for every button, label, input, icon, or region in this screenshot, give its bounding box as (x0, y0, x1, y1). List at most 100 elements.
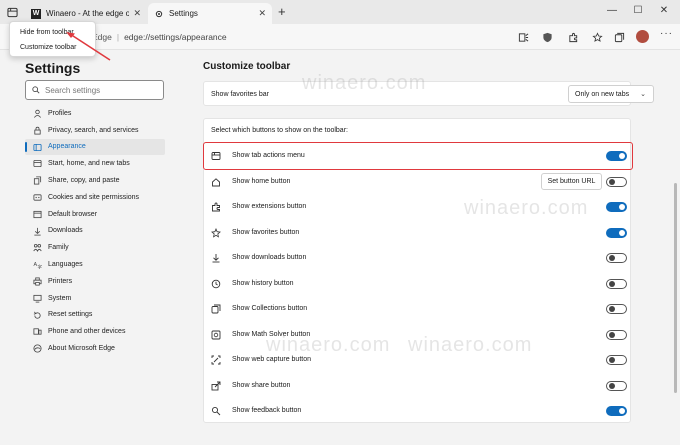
row-label: Show share button (232, 381, 291, 389)
favorites-icon (211, 227, 221, 238)
row-label: Show tab actions menu (232, 152, 305, 160)
downloads-icon (211, 253, 221, 263)
sidebar-item-cookies[interactable]: Cookies and site permissions (25, 189, 165, 206)
sidebar-item-printers[interactable]: Printers (25, 273, 165, 290)
sidebar-item-start-home[interactable]: Start, home, and new tabs (25, 155, 165, 172)
tab-title: Winaero - At the edge of tweaki (46, 9, 130, 18)
phone-icon (33, 327, 42, 336)
sidebar-item-system[interactable]: System (25, 290, 165, 307)
set-button-url-button[interactable]: Set button URL (541, 172, 602, 190)
math-solver-icon (211, 330, 221, 340)
tab-actions-menu-button[interactable] (4, 4, 20, 20)
sidebar-item-phone[interactable]: Phone and other devices (25, 323, 165, 340)
row-extensions: Show extensions button (204, 194, 632, 220)
extensions-icon[interactable] (566, 30, 580, 44)
history-toggle[interactable] (606, 278, 627, 289)
row-tab-actions: Show tab actions menu (203, 142, 633, 170)
favorites-bar-select[interactable]: Only on new tabs ⌄ (568, 85, 654, 103)
cookie-icon (33, 193, 42, 202)
feedback-toggle[interactable] (606, 406, 627, 416)
favorites-bar-select-value: Only on new tabs (575, 90, 630, 98)
scrollbar-thumb[interactable] (674, 183, 677, 393)
close-window-icon[interactable]: ✕ (654, 2, 674, 20)
row-label: Show downloads button (232, 254, 307, 262)
collections-icon (211, 304, 221, 314)
maximize-icon[interactable]: ☐ (628, 2, 648, 20)
page-title: Customize toolbar (203, 61, 291, 72)
tab-actions-icon (6, 7, 18, 17)
sidebar-item-family[interactable]: Family (25, 239, 165, 256)
feedback-icon (211, 406, 221, 416)
home-toggle[interactable] (606, 176, 627, 187)
collections-toggle[interactable] (606, 304, 627, 314)
favorites-icon[interactable] (590, 30, 604, 44)
chevron-down-icon: ⌄ (640, 91, 646, 98)
minimize-icon[interactable]: — (602, 2, 622, 20)
scrollbar[interactable] (674, 53, 678, 438)
math-solver-toggle[interactable] (606, 329, 627, 340)
sidebar-item-about[interactable]: About Microsoft Edge (25, 340, 165, 357)
row-label: Show Collections button (232, 305, 308, 313)
tab-actions-toggle[interactable] (606, 151, 627, 161)
search-box[interactable] (25, 80, 164, 100)
web-capture-toggle[interactable] (606, 355, 627, 365)
system-icon (33, 294, 42, 303)
row-favorites: Show favorites button (204, 220, 632, 246)
tab-actions-icon (211, 151, 221, 161)
favorites-toggle[interactable] (606, 227, 627, 238)
row-label: Show home button (232, 177, 291, 185)
row-label: Show web capture button (232, 356, 311, 364)
collections-icon[interactable] (612, 30, 626, 44)
row-history: Show history button (204, 271, 632, 297)
settings-nav-list: Profiles Privacy, search, and services A… (25, 105, 165, 357)
sidebar-item-downloads[interactable]: Downloads (25, 223, 165, 240)
read-aloud-icon[interactable] (516, 30, 530, 44)
row-web-capture: Show web capture button (204, 347, 632, 373)
sidebar-item-reset[interactable]: Reset settings (25, 307, 165, 324)
address-bar[interactable]: Edge | edge://settings/appearance (70, 27, 530, 47)
lock-icon (33, 126, 42, 135)
sidebar-item-appearance[interactable]: Appearance (25, 138, 165, 156)
sidebar-item-default-browser[interactable]: Default browser (25, 206, 165, 223)
gear-icon (154, 9, 164, 19)
tab-strip: W Winaero - At the edge of tweaki ✕ Sett… (0, 0, 680, 24)
home-tabs-icon (33, 159, 42, 168)
row-home: Show home button Set button URL (204, 169, 632, 195)
close-icon[interactable]: ✕ (258, 8, 266, 19)
sidebar-item-privacy[interactable]: Privacy, search, and services (25, 122, 165, 139)
extensions-toggle[interactable] (606, 202, 627, 212)
share-icon (211, 381, 221, 391)
row-math-solver: Show Math Solver button (204, 322, 632, 348)
row-feedback: Show feedback button (204, 398, 632, 424)
printer-icon (33, 277, 42, 286)
sidebar-item-languages[interactable]: A 字 Languages (25, 256, 165, 273)
sidebar-item-profiles[interactable]: Profiles (25, 105, 165, 122)
winaero-favicon-icon: W (31, 8, 41, 19)
downloads-toggle[interactable] (606, 253, 627, 263)
search-input[interactable] (45, 85, 155, 95)
share-toggle[interactable] (606, 380, 627, 391)
svg-text:字: 字 (38, 264, 43, 269)
section-heading: Select which buttons to show on the tool… (211, 127, 348, 134)
share-icon (33, 176, 42, 185)
profile-avatar[interactable] (636, 30, 649, 43)
favorites-bar-label: Show favorites bar (211, 91, 269, 98)
close-icon[interactable]: ✕ (133, 8, 141, 19)
more-options-icon[interactable]: ··· (660, 28, 673, 39)
toolbar-buttons-card: Select which buttons to show on the tool… (203, 118, 633, 424)
row-downloads: Show downloads button (204, 245, 632, 271)
extension-shield-icon[interactable] (540, 30, 554, 44)
tab-settings[interactable]: Settings ✕ (148, 3, 272, 24)
history-icon (211, 279, 221, 289)
address-url: edge://settings/appearance (124, 32, 227, 42)
annotation-arrow (66, 32, 111, 61)
sidebar-item-share[interactable]: Share, copy, and paste (25, 172, 165, 189)
browser-icon (33, 210, 42, 219)
languages-icon: A字 (33, 260, 42, 269)
row-label: Show favorites button (232, 228, 300, 236)
family-icon (33, 243, 42, 253)
appearance-icon (33, 143, 42, 152)
new-tab-button[interactable]: + (278, 4, 286, 20)
row-label: Show extensions button (232, 203, 307, 211)
download-icon (33, 227, 42, 236)
